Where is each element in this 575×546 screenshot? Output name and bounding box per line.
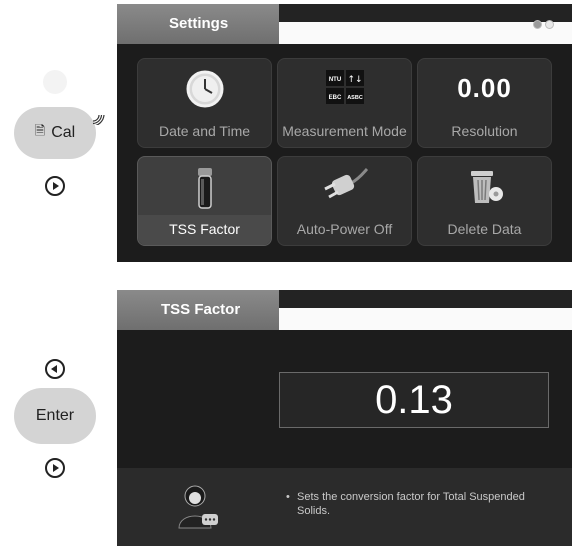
title-bar: TSS Factor xyxy=(117,290,572,330)
tile-label: Resolution xyxy=(451,123,518,139)
tile-label: Delete Data xyxy=(447,221,522,237)
screen-title: Settings xyxy=(117,4,279,44)
mode-text-ntu: NTU xyxy=(328,77,340,83)
tile-delete-data[interactable]: Delete Data xyxy=(417,156,552,246)
inactive-key-indicator xyxy=(43,70,67,94)
page-dot-inactive xyxy=(545,20,554,29)
mode-text-ebc: EBC xyxy=(328,95,341,101)
tile-label: Auto-Power Off xyxy=(296,221,393,237)
power-plug-icon xyxy=(323,167,368,199)
tss-factor-screen: TSS Factor 0.13 • Sets the conversion fa… xyxy=(117,290,572,546)
clock-icon xyxy=(186,70,223,108)
play-left-icon xyxy=(51,365,57,373)
document-icon: 🗎 xyxy=(34,123,46,138)
signal-waves-icon xyxy=(92,114,105,125)
help-text: • Sets the conversion factor for Total S… xyxy=(286,490,547,518)
tile-label: TSS Factor xyxy=(169,221,240,237)
tile-auto-power-off[interactable]: Auto-Power Off xyxy=(277,156,412,246)
resolution-value: 0.00 xyxy=(457,73,512,103)
cal-button-label: Cal xyxy=(51,124,76,141)
settings-screen: Settings Date and Time NTU ↑↓ EBC ASBC M… xyxy=(117,4,572,262)
page-indicator xyxy=(533,20,554,29)
vial-icon xyxy=(197,168,212,209)
cal-button[interactable]: 🗎 Cal xyxy=(14,107,96,159)
mode-text-arrows: ↑↓ xyxy=(347,75,362,85)
mode-text-asbc: ASBC xyxy=(347,95,363,101)
help-area: • Sets the conversion factor for Total S… xyxy=(117,468,572,546)
title-bar-strip xyxy=(279,22,572,44)
title-bar: Settings xyxy=(117,4,572,44)
next-button-top[interactable] xyxy=(45,176,65,196)
screen-title: TSS Factor xyxy=(117,290,279,330)
play-right-icon xyxy=(53,182,59,190)
tile-resolution[interactable]: 0.00 Resolution xyxy=(417,58,552,148)
measurement-mode-icon: NTU ↑↓ EBC ASBC xyxy=(325,70,364,104)
tile-measurement-mode[interactable]: NTU ↑↓ EBC ASBC Measurement Mode xyxy=(277,58,412,148)
previous-button[interactable] xyxy=(45,359,65,379)
title-bar-strip xyxy=(279,308,572,330)
trash-can-icon xyxy=(470,171,503,203)
page-dot-active xyxy=(533,20,542,29)
bullet-icon: • xyxy=(286,491,290,503)
tss-factor-value-field[interactable]: 0.13 xyxy=(279,372,549,428)
tile-tss-factor[interactable]: TSS Factor xyxy=(137,156,272,246)
tile-date-and-time[interactable]: Date and Time xyxy=(137,58,272,148)
help-text-content: Sets the conversion factor for Total Sus… xyxy=(297,491,525,517)
tile-label: Measurement Mode xyxy=(282,123,407,139)
next-button-bottom[interactable] xyxy=(45,458,65,478)
help-person-icon xyxy=(178,485,218,529)
enter-button[interactable]: Enter xyxy=(14,388,96,444)
enter-button-label: Enter xyxy=(35,407,75,424)
play-right-icon xyxy=(53,464,59,472)
tile-label: Date and Time xyxy=(158,123,251,139)
